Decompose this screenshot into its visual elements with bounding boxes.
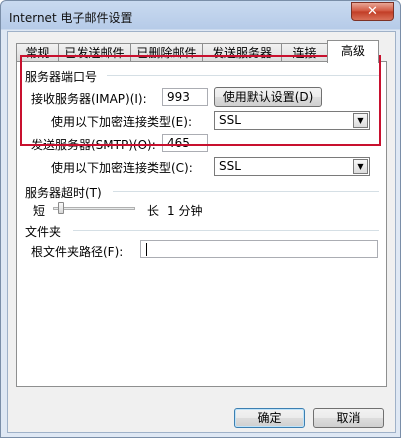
timeout-slider-track[interactable] — [53, 207, 135, 210]
timeout-short-label: 短 — [33, 204, 46, 218]
cancel-button[interactable]: 取消 — [313, 408, 384, 428]
root-folder-path-input[interactable] — [140, 240, 378, 258]
outgoing-encryption-value: SSL — [219, 159, 241, 173]
text-caret — [146, 243, 147, 256]
root-folder-path-label: 根文件夹路径(F): — [31, 245, 124, 259]
annotation-highlight-box — [20, 55, 381, 146]
title-bar[interactable]: Internet 电子邮件设置 ✕ — [1, 1, 400, 31]
group-divider — [113, 191, 379, 192]
tab-advanced[interactable]: 高级 — [327, 40, 379, 63]
folders-group-title: 文件夹 — [25, 225, 62, 239]
close-button[interactable]: ✕ — [351, 2, 394, 21]
outgoing-encryption-label: 使用以下加密连接类型(C): — [51, 161, 193, 175]
close-icon: ✕ — [367, 4, 378, 19]
chevron-down-icon[interactable]: ▼ — [353, 159, 368, 174]
timeout-slider-thumb[interactable] — [58, 202, 65, 214]
window-title: Internet 电子邮件设置 — [9, 11, 133, 25]
group-divider — [73, 230, 379, 231]
server-timeout-group-title: 服务器超时(T) — [25, 186, 102, 200]
dialog-window: Internet 电子邮件设置 ✕ 常规 已发送邮件 已删除邮件 发送服务器 连… — [0, 0, 401, 438]
timeout-value: 1 分钟 — [167, 204, 203, 218]
outgoing-encryption-select[interactable]: SSL ▼ — [214, 157, 370, 176]
ok-button[interactable]: 确定 — [234, 408, 305, 428]
timeout-long-label: 长 — [147, 204, 160, 218]
